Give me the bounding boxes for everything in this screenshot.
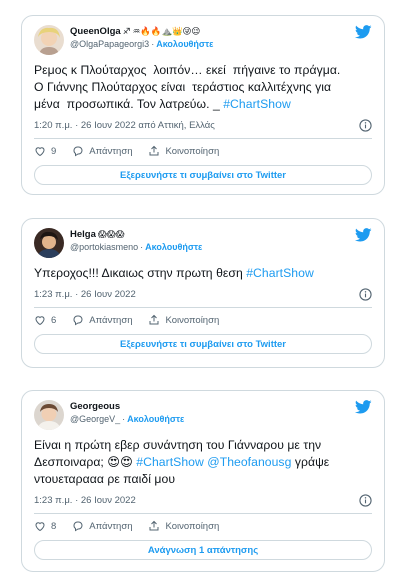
tweet-actions: 8 Απάντηση Κοινοποίηση xyxy=(34,514,372,538)
read-replies-button[interactable]: Ανάγνωση 1 απάντησης xyxy=(34,540,372,560)
tweet-timestamp[interactable]: 1:20 π.μ. · 26 Ιουν 2022 από Αττική, Ελλ… xyxy=(34,120,215,131)
reply-button[interactable]: Απάντηση xyxy=(72,145,132,157)
info-icon[interactable] xyxy=(359,288,372,301)
display-name[interactable]: Helga xyxy=(70,228,96,241)
user-handle[interactable]: @portokiasmeno xyxy=(70,242,138,252)
tweet-text: Υπεροχος!!! Δικαιως στην πρωτη θεση #Cha… xyxy=(34,265,372,282)
share-icon xyxy=(149,520,159,531)
like-count: 6 xyxy=(51,314,57,326)
share-label: Κοινοποίηση xyxy=(165,520,220,532)
hashtag-link[interactable]: #ChartShow xyxy=(223,97,291,111)
share-icon xyxy=(149,145,159,156)
share-label: Κοινοποίηση xyxy=(165,314,220,326)
twitter-bird-icon[interactable] xyxy=(355,228,372,242)
like-count: 9 xyxy=(51,145,57,157)
heart-icon xyxy=(35,147,45,157)
info-icon[interactable] xyxy=(359,119,372,132)
explore-twitter-button[interactable]: Εξερευνήστε τι συμβαίνει στο Twitter xyxy=(34,165,372,185)
name-emojis: 😱😱😱 xyxy=(97,229,125,239)
display-name[interactable]: QueenOlga xyxy=(70,25,121,38)
mention-link[interactable]: @Theofanousg xyxy=(207,455,291,469)
hashtag-link[interactable]: #ChartShow xyxy=(246,266,314,280)
tweet-card: QueenOlga ♐ ♒🔥🔥⛰️👑😜😉 @OlgaPapageorgi3 · Ακ… xyxy=(21,15,385,195)
twitter-bird-icon[interactable] xyxy=(355,400,372,414)
share-button[interactable]: Κοινοποίηση xyxy=(148,314,219,326)
like-button[interactable]: 9 xyxy=(34,145,56,157)
tweet-card: Georgeous @GeorgeV_ · Ακολουθήστε Είναι η … xyxy=(21,390,385,572)
tweet-text-body: Υπεροχος!!! Δικαιως στην πρωτη θεση xyxy=(34,266,247,280)
user-handle[interactable]: @OlgaPapageorgi3 xyxy=(70,39,149,49)
tweet-text: Είναι η πρώτη εβερ συνάντηση του Γιάνναρ… xyxy=(34,437,372,488)
heart-icon xyxy=(35,522,45,532)
share-button[interactable]: Κοινοποίηση xyxy=(148,145,219,157)
reply-icon xyxy=(73,521,83,532)
reply-button[interactable]: Απάντηση xyxy=(72,520,132,532)
user-handle[interactable]: @GeorgeV_ xyxy=(70,414,120,424)
explore-twitter-button[interactable]: Εξερευνήστε τι συμβαίνει στο Twitter xyxy=(34,334,372,354)
name-emojis: ♐ ♒🔥🔥⛰️👑😜😉 xyxy=(122,26,201,36)
tweet-actions: 9 Απάντηση Κοινοποίηση xyxy=(34,139,372,163)
tweet-header: QueenOlga ♐ ♒🔥🔥⛰️👑😜😉 @OlgaPapageorgi3 · Ακ… xyxy=(34,16,372,62)
follow-link[interactable]: Ακολουθήστε xyxy=(127,414,184,424)
like-button[interactable]: 6 xyxy=(34,314,56,326)
hashtag-link[interactable]: #ChartShow xyxy=(136,455,204,469)
tweet-timestamp[interactable]: 1:23 π.μ. · 26 Ιουν 2022 xyxy=(34,495,136,506)
like-count: 8 xyxy=(51,520,57,532)
share-label: Κοινοποίηση xyxy=(165,145,220,157)
tweet-timestamp[interactable]: 1:23 π.μ. · 26 Ιουν 2022 xyxy=(34,289,136,300)
tweet-card: Helga 😱😱😱 @portokiasmeno · Ακολουθήστε Υπε… xyxy=(21,218,385,368)
avatar[interactable] xyxy=(34,228,64,258)
tweet-text-body: Ρεμος κ Πλούταρχος λοιπόν… εκεί πήγαινε … xyxy=(34,63,341,111)
heart-icon xyxy=(35,316,45,326)
avatar[interactable] xyxy=(34,25,64,55)
tweet-text: Ρεμος κ Πλούταρχος λοιπόν… εκεί πήγαινε … xyxy=(34,62,372,113)
reply-label: Απάντηση xyxy=(89,314,133,326)
twitter-bird-icon[interactable] xyxy=(355,25,372,39)
tweet-header: Georgeous @GeorgeV_ · Ακολουθήστε xyxy=(34,391,372,437)
reply-icon xyxy=(73,146,83,157)
tweet-header: Helga 😱😱😱 @portokiasmeno · Ακολουθήστε xyxy=(34,219,372,265)
reply-button[interactable]: Απάντηση xyxy=(72,314,132,326)
avatar[interactable] xyxy=(34,400,64,430)
reply-icon xyxy=(73,315,83,326)
like-button[interactable]: 8 xyxy=(34,520,56,532)
follow-link[interactable]: Ακολουθήστε xyxy=(145,242,202,252)
share-icon xyxy=(149,314,159,325)
tweet-actions: 6 Απάντηση Κοινοποίηση xyxy=(34,308,372,332)
follow-link[interactable]: Ακολουθήστε xyxy=(156,39,213,49)
reply-label: Απάντηση xyxy=(89,145,133,157)
share-button[interactable]: Κοινοποίηση xyxy=(148,520,219,532)
reply-label: Απάντηση xyxy=(89,520,133,532)
display-name[interactable]: Georgeous xyxy=(70,400,120,413)
info-icon[interactable] xyxy=(359,494,372,507)
